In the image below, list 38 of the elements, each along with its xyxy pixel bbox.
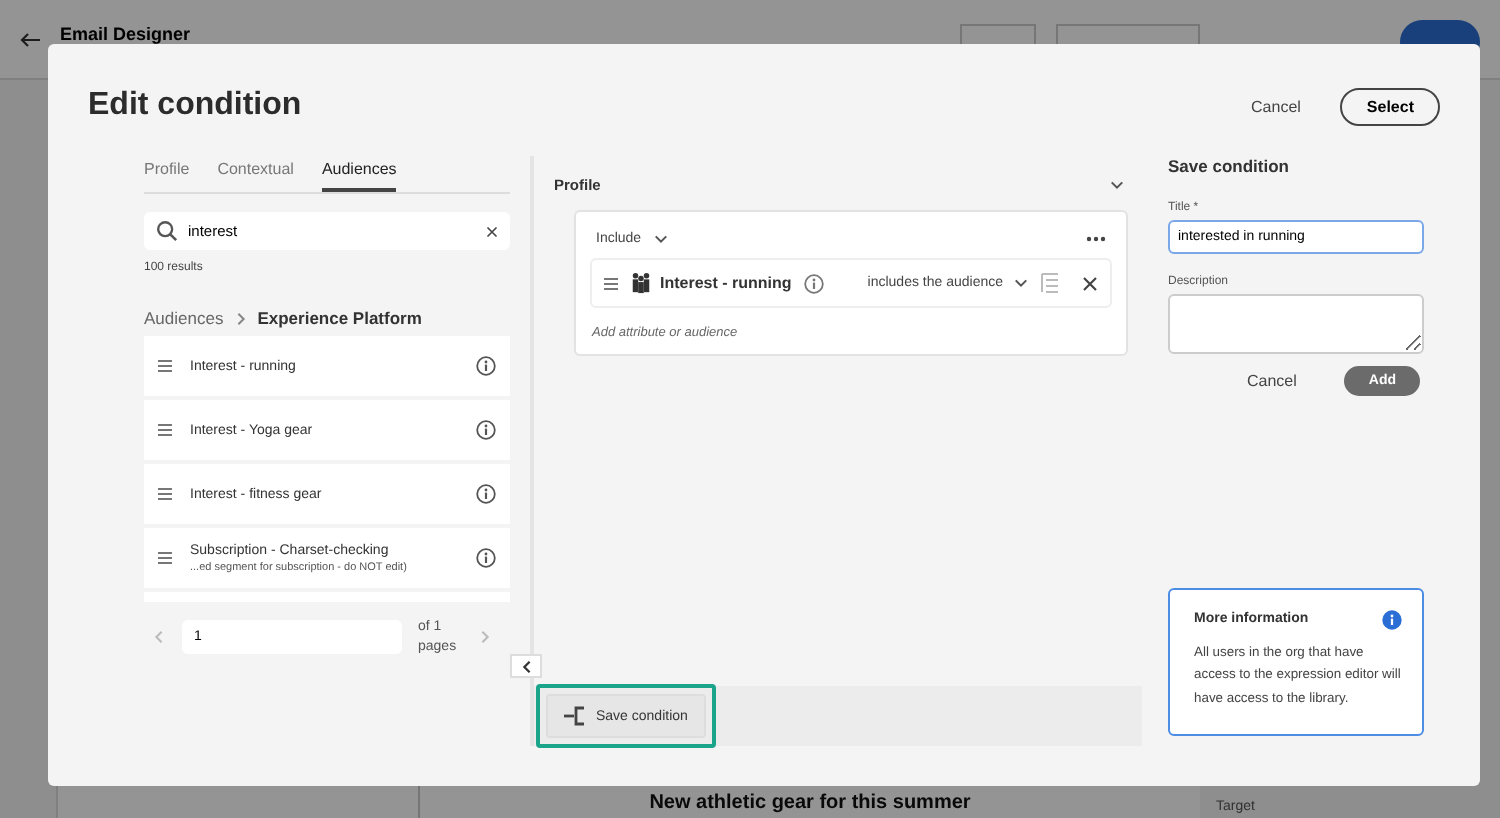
cancel-button[interactable]: Cancel bbox=[1234, 366, 1309, 396]
select-button[interactable]: Select bbox=[1340, 87, 1440, 125]
chevron-icon bbox=[519, 659, 533, 673]
more-icon[interactable] bbox=[1086, 236, 1106, 242]
description-field[interactable] bbox=[1168, 294, 1424, 354]
drag-handle-icon bbox=[158, 424, 172, 436]
back-arrow-icon[interactable] bbox=[20, 32, 40, 48]
chevron-icon bbox=[653, 232, 668, 246]
tab[interactable]: Contextual bbox=[217, 156, 294, 192]
breadcrumb-link[interactable]: Audiences bbox=[144, 308, 224, 328]
info-icon[interactable] bbox=[476, 548, 496, 568]
email-heading: New athletic gear for this summer bbox=[649, 792, 971, 814]
info-icon[interactable] bbox=[1382, 609, 1402, 630]
clear-icon[interactable] bbox=[486, 225, 498, 237]
collapse-button[interactable] bbox=[510, 654, 542, 678]
chevron-icon[interactable] bbox=[1110, 178, 1124, 192]
drag-handle-icon bbox=[604, 277, 618, 289]
info-icon[interactable] bbox=[476, 484, 496, 504]
info-icon[interactable] bbox=[476, 356, 496, 376]
info-icon[interactable] bbox=[803, 273, 824, 293]
cancel-button[interactable]: Cancel bbox=[1239, 95, 1313, 117]
branch-icon bbox=[564, 706, 586, 726]
people-icon bbox=[630, 272, 652, 294]
close-icon[interactable] bbox=[1082, 275, 1098, 291]
chevron-icon bbox=[1013, 276, 1027, 290]
app-title: Email Designer bbox=[60, 24, 191, 44]
drag-handle-icon bbox=[158, 360, 172, 372]
dialog-title: Edit condition bbox=[88, 88, 304, 124]
panel-title: Save condition bbox=[1168, 156, 1291, 176]
search-icon bbox=[156, 220, 178, 242]
drag-handle-icon bbox=[158, 488, 172, 500]
tab[interactable]: Audiences bbox=[321, 156, 397, 192]
tab[interactable]: Profile bbox=[144, 156, 190, 192]
drag-handle-icon bbox=[158, 552, 172, 564]
info-icon[interactable] bbox=[476, 420, 496, 440]
breadcrumb-current: Experience Platform bbox=[257, 308, 422, 328]
audience-name: Interest - running bbox=[660, 274, 792, 292]
chevron-icon bbox=[233, 311, 248, 325]
